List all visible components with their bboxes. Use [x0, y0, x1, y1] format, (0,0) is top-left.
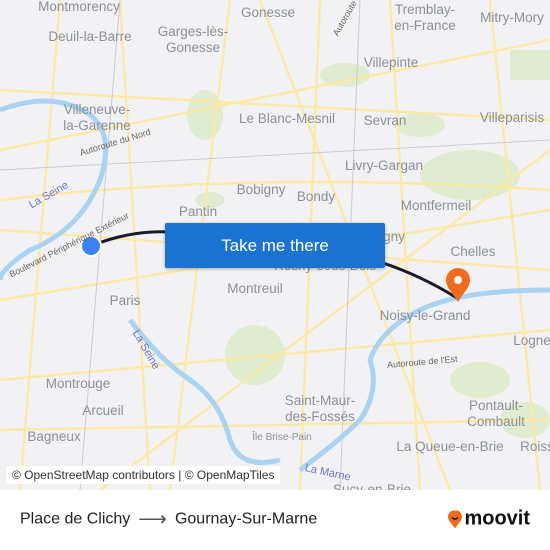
moovit-pin-icon	[448, 510, 463, 528]
place-label-noisy: Noisy-le-Grand	[379, 308, 471, 323]
arrow-right-icon: ⟶	[138, 508, 167, 531]
place-label-montfermeil: Montfermeil	[400, 198, 472, 213]
place-label-sucy: Sucy-en-Brie	[332, 482, 412, 490]
park-area	[450, 362, 510, 398]
moovit-logo: moovit	[448, 508, 530, 531]
place-label-pontault: Pontault- Combault	[467, 398, 525, 429]
place-label-bagneux: Bagneux	[27, 429, 81, 444]
place-label-bondy: Bondy	[296, 189, 336, 204]
place-label-pantin: Pantin	[178, 204, 218, 219]
route-line	[379, 260, 458, 300]
place-label-sevran: Sevran	[363, 113, 407, 128]
place-label-tremblay: Tremblay- en-France	[394, 2, 456, 33]
moovit-wordmark: moovit	[464, 507, 530, 530]
place-label-queue: La Queue-en-Brie	[396, 439, 504, 454]
place-label-paris: Paris	[109, 293, 141, 308]
place-label-arcueil: Arcueil	[82, 403, 124, 418]
place-label-garges: Garges-lès- Gonesse	[157, 24, 229, 55]
place-label-villeneuve: Villeneuve- la-Garenne	[63, 102, 131, 133]
place-label-chelles: Chelles	[450, 244, 496, 259]
place-label-montrouge: Montrouge	[45, 376, 111, 391]
place-label-villeparisis: Villeparisis	[479, 110, 545, 125]
map[interactable]: Montmorency Deuil-la-Barre Garges-lès- Gon…	[0, 0, 550, 490]
map-attribution[interactable]: © OpenStreetMap contributors | © OpenMap…	[6, 466, 281, 484]
place-label-logne: Logne	[513, 333, 550, 348]
take-me-there-button[interactable]: Take me there	[165, 223, 385, 268]
destination-name: Gournay-Sur-Marne	[174, 510, 318, 527]
place-label-roiss: Roiss	[520, 439, 550, 454]
place-label-gonesse: Gonesse	[240, 5, 296, 20]
place-label-brisepain: Île Brise-Pain	[252, 432, 312, 443]
place-label-villepinte: Villepinte	[363, 55, 419, 70]
place-label-livry: Livry-Gargan	[344, 158, 424, 173]
route-title: Place de Clichy ⟶ Gournay-Sur-Marne	[20, 507, 317, 532]
park-area	[510, 50, 550, 80]
place-label-blancmesnil: Le Blanc-Mesnil	[238, 111, 336, 126]
origin-name: Place de Clichy	[20, 510, 131, 527]
place-label-saintmaur: Saint-Maur- des-Fossés	[284, 393, 356, 424]
place-label-montreuil: Montreuil	[227, 281, 283, 296]
place-label-bobigny: Bobigny	[236, 182, 286, 197]
place-label-deuil: Deuil-la-Barre	[48, 29, 132, 44]
place-label-mitry: Mitry-Mory	[480, 10, 544, 25]
place-label-montmorency: Montmorency	[38, 0, 120, 14]
